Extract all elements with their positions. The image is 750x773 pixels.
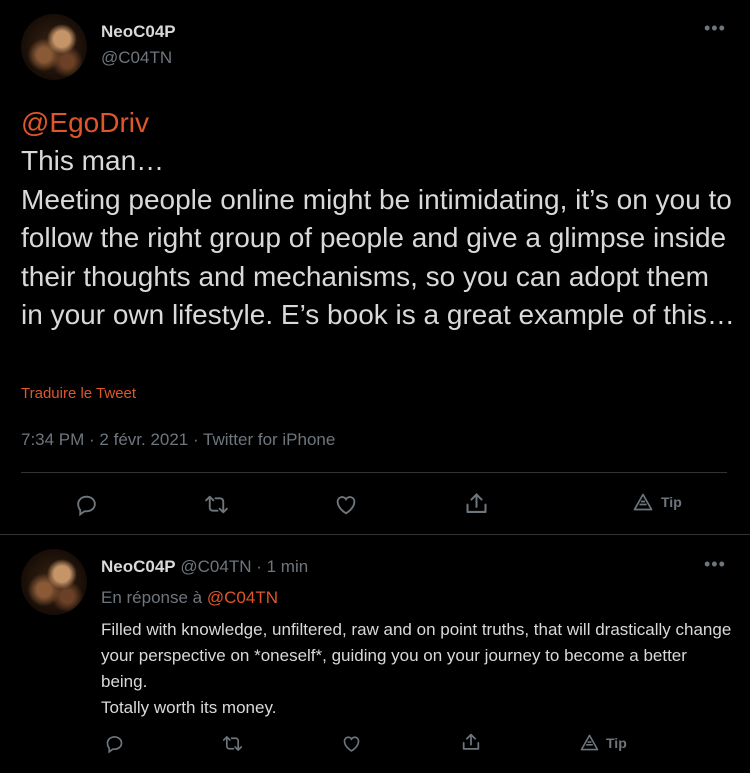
tweet-meta: 7:34 PM · 2 févr. 2021 · Twitter for iPh… [21, 430, 336, 449]
reply-author-handle[interactable]: @C04TN [180, 557, 251, 576]
reply-more-icon[interactable]: ••• [704, 554, 726, 575]
tip-label: Tip [661, 494, 682, 510]
reply-tip-button[interactable]: Tip [580, 734, 627, 751]
retweet-icon[interactable] [203, 492, 230, 517]
replying-to-handle[interactable]: @C04TN [207, 588, 278, 607]
heart-icon[interactable] [333, 492, 359, 517]
author-name[interactable]: NeoC04P [101, 22, 176, 42]
tip-icon [633, 493, 653, 511]
reply-tip-label: Tip [606, 734, 627, 751]
reply-text: Filled with knowledge, unfiltered, raw a… [101, 620, 732, 717]
tip-button[interactable]: Tip [633, 493, 682, 511]
tweet-text: This man… Meeting people online might be… [21, 145, 735, 330]
translate-link[interactable]: Traduire le Tweet [21, 385, 136, 402]
reply-time[interactable]: · 1 min [256, 557, 308, 576]
reply-retweet-icon[interactable] [221, 733, 244, 754]
reply-reply-icon[interactable] [104, 733, 125, 754]
divider [21, 472, 727, 473]
reply-heart-icon[interactable] [341, 733, 362, 754]
reply-avatar[interactable] [21, 549, 87, 615]
more-icon[interactable]: ••• [704, 18, 726, 39]
avatar[interactable] [21, 14, 87, 80]
reply-icon[interactable] [74, 492, 99, 517]
replying-to-label: En réponse à [101, 588, 203, 607]
author-handle[interactable]: @C04TN [101, 48, 172, 68]
share-icon[interactable] [463, 490, 490, 517]
section-divider [0, 534, 750, 535]
reply-author-name[interactable]: NeoC04P [101, 557, 176, 576]
reply-share-icon[interactable] [460, 731, 482, 753]
reply-header: NeoC04P @C04TN · 1 min [101, 557, 308, 577]
replying-to: En réponse à @C04TN [101, 588, 278, 608]
mention-link[interactable]: @EgoDriv [21, 104, 149, 142]
reply-tip-icon [580, 734, 599, 751]
